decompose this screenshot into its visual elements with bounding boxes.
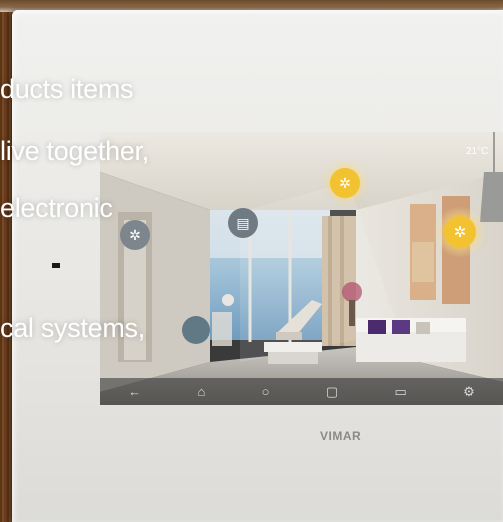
- ceiling-light-control[interactable]: ✲: [330, 168, 360, 198]
- side-control[interactable]: [182, 316, 210, 344]
- back-icon[interactable]: ←: [128, 384, 141, 399]
- blinds-icon: ▤: [236, 214, 250, 231]
- brand-logo: VIMAR: [320, 429, 362, 443]
- recent-apps-icon[interactable]: ▢: [326, 384, 338, 400]
- nav-bar: ← ⌂ ○ ▢ ▭ ⚙: [100, 378, 503, 405]
- wall-light-left-control[interactable]: ✲: [120, 220, 150, 250]
- bulb-icon: ✲: [129, 226, 141, 243]
- home-icon[interactable]: ⌂: [197, 384, 205, 399]
- room-view: 21°C: [100, 132, 503, 405]
- temperature-readout: 21°C: [466, 146, 488, 157]
- caption-line-2: live together,: [0, 136, 149, 166]
- bulb-icon: ✲: [453, 224, 467, 241]
- caption-dash: [52, 263, 60, 268]
- caption-line-4: cal systems,: [0, 313, 145, 343]
- circle-home-icon[interactable]: ○: [262, 384, 270, 399]
- settings-icon[interactable]: ⚙: [463, 384, 475, 400]
- touch-screen[interactable]: 21°C ✲ ✲ ▤ ✲ ← ⌂ ○ ▢ ▭ ⚙: [100, 132, 503, 405]
- tv-light-control[interactable]: ▤: [228, 208, 258, 238]
- caption-line-1: ducts items: [0, 74, 134, 104]
- right-lamp-control[interactable]: ✲: [444, 216, 476, 248]
- caption-line-3: electronic: [0, 193, 113, 223]
- window-icon[interactable]: ▭: [394, 384, 406, 400]
- bulb-icon: ✲: [339, 174, 351, 191]
